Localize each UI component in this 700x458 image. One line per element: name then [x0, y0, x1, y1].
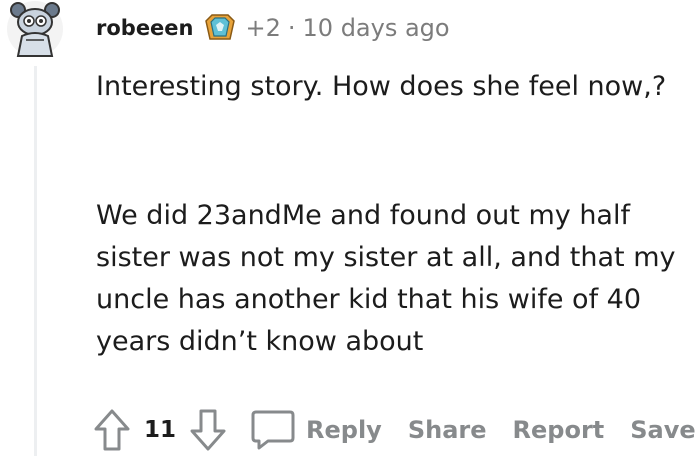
timestamp[interactable]: 10 days ago — [303, 14, 450, 42]
comment-bubble-icon — [251, 410, 295, 450]
save-button[interactable]: Save — [630, 416, 695, 444]
reply-label: Reply — [306, 416, 382, 444]
achievement-badge-icon — [204, 14, 235, 40]
comment-header: robeeen +2 · 10 days ago — [96, 8, 450, 48]
user-avatar-icon — [7, 1, 63, 57]
vote-score: 11 — [144, 417, 177, 443]
karma-count: +2 — [245, 14, 281, 42]
username[interactable]: robeeen — [96, 16, 194, 40]
downvote-button[interactable] — [188, 407, 228, 453]
avatar[interactable] — [6, 0, 64, 58]
comment-actions: 11 Reply Share Report Save — [92, 402, 696, 458]
comment-paragraph-1: Interesting story. How does she feel now… — [96, 71, 667, 102]
reply-button[interactable]: Reply — [250, 408, 382, 452]
downvote-icon — [190, 409, 226, 451]
upvote-button[interactable] — [92, 407, 132, 453]
separator-dot: · — [287, 14, 296, 42]
share-button[interactable]: Share — [408, 416, 487, 444]
thread-line[interactable] — [34, 66, 37, 456]
upvote-icon — [94, 409, 130, 451]
report-button[interactable]: Report — [513, 416, 605, 444]
comment-paragraph-2: We did 23andMe and found out my half sis… — [96, 200, 676, 357]
